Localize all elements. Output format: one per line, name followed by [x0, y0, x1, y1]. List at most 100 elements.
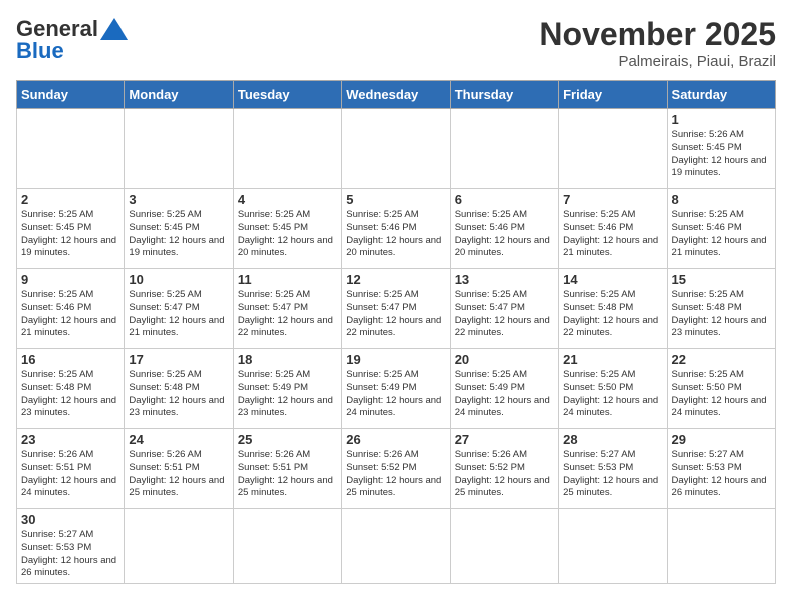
location: Palmeirais, Piaui, Brazil: [539, 53, 776, 70]
calendar-cell: 4Sunrise: 5:25 AM Sunset: 5:45 PM Daylig…: [233, 189, 341, 269]
day-info: Sunrise: 5:26 AM Sunset: 5:45 PM Dayligh…: [672, 129, 771, 180]
day-number: 23: [21, 432, 120, 447]
day-info: Sunrise: 5:25 AM Sunset: 5:50 PM Dayligh…: [672, 369, 771, 420]
day-number: 19: [346, 352, 445, 367]
day-number: 6: [455, 192, 554, 207]
day-info: Sunrise: 5:25 AM Sunset: 5:45 PM Dayligh…: [129, 209, 228, 260]
day-info: Sunrise: 5:25 AM Sunset: 5:47 PM Dayligh…: [346, 289, 445, 340]
calendar-cell: 25 Sunrise: 5:26 AM Sunset: 5:51 PM Dayli…: [233, 429, 341, 509]
calendar-cell: 8 Sunrise: 5:25 AM Sunset: 5:46 PM Daylig…: [667, 189, 775, 269]
day-info: Sunrise: 5:25 AM Sunset: 5:47 PM Dayligh…: [455, 289, 554, 340]
day-number: 2: [21, 192, 120, 207]
calendar-cell: 3 Sunrise: 5:25 AM Sunset: 5:45 PM Daylig…: [125, 189, 233, 269]
day-info: Sunrise: 5:25 AM Sunset: 5:46 PM Dayligh…: [346, 209, 445, 260]
day-header-saturday: Saturday: [667, 81, 775, 109]
calendar-cell: 29 Sunrise: 5:27 AM Sunset: 5:53 PM Dayli…: [667, 429, 775, 509]
day-header-tuesday: Tuesday: [233, 81, 341, 109]
calendar-cell: 17Sunrise: 5:25 AM Sunset: 5:48 PM Dayli…: [125, 349, 233, 429]
day-number: 24: [129, 432, 228, 447]
calendar-cell: 18 Sunrise: 5:25 AM Sunset: 5:49 PM Dayli…: [233, 349, 341, 429]
calendar-cell: 21 Sunrise: 5:25 AM Sunset: 5:50 PM Dayli…: [559, 349, 667, 429]
day-info: Sunrise: 5:26 AM Sunset: 5:51 PM Dayligh…: [238, 449, 337, 500]
calendar-cell: 26 Sunrise: 5:26 AM Sunset: 5:52 PM Dayli…: [342, 429, 450, 509]
day-number: 1: [672, 112, 771, 127]
day-info: Sunrise: 5:25 AM Sunset: 5:49 PM Dayligh…: [238, 369, 337, 420]
calendar-cell: [125, 509, 233, 584]
day-info: Sunrise: 5:25 AM Sunset: 5:46 PM Dayligh…: [455, 209, 554, 260]
calendar-cell: 5Sunrise: 5:25 AM Sunset: 5:46 PM Daylig…: [342, 189, 450, 269]
day-info: Sunrise: 5:25 AM Sunset: 5:49 PM Dayligh…: [346, 369, 445, 420]
calendar-cell: 24 Sunrise: 5:26 AM Sunset: 5:51 PM Dayli…: [125, 429, 233, 509]
day-number: 4: [238, 192, 337, 207]
day-header-thursday: Thursday: [450, 81, 558, 109]
day-number: 29: [672, 432, 771, 447]
day-number: 26: [346, 432, 445, 447]
day-number: 11: [238, 272, 337, 287]
day-info: Sunrise: 5:25 AM Sunset: 5:47 PM Dayligh…: [238, 289, 337, 340]
calendar-cell: 7Sunrise: 5:25 AM Sunset: 5:46 PM Daylig…: [559, 189, 667, 269]
calendar-cell: 9Sunrise: 5:25 AM Sunset: 5:46 PM Daylig…: [17, 269, 125, 349]
calendar-cell: [450, 509, 558, 584]
calendar-cell: [17, 109, 125, 189]
calendar-cell: 14 Sunrise: 5:25 AM Sunset: 5:48 PM Dayli…: [559, 269, 667, 349]
day-number: 3: [129, 192, 228, 207]
day-info: Sunrise: 5:27 AM Sunset: 5:53 PM Dayligh…: [672, 449, 771, 500]
day-number: 17: [129, 352, 228, 367]
calendar-cell: 12 Sunrise: 5:25 AM Sunset: 5:47 PM Dayli…: [342, 269, 450, 349]
day-number: 14: [563, 272, 662, 287]
day-number: 21: [563, 352, 662, 367]
logo-blue-text: Blue: [16, 38, 64, 64]
day-number: 25: [238, 432, 337, 447]
calendar-cell: [667, 509, 775, 584]
day-number: 12: [346, 272, 445, 287]
day-number: 16: [21, 352, 120, 367]
calendar: SundayMondayTuesdayWednesdayThursdayFrid…: [16, 80, 776, 584]
day-header-sunday: Sunday: [17, 81, 125, 109]
day-info: Sunrise: 5:26 AM Sunset: 5:51 PM Dayligh…: [129, 449, 228, 500]
day-info: Sunrise: 5:25 AM Sunset: 5:46 PM Dayligh…: [21, 289, 120, 340]
calendar-cell: 2 Sunrise: 5:25 AM Sunset: 5:45 PM Daylig…: [17, 189, 125, 269]
day-info: Sunrise: 5:25 AM Sunset: 5:47 PM Dayligh…: [129, 289, 228, 340]
month-title: November 2025: [539, 16, 776, 53]
calendar-cell: 11 Sunrise: 5:25 AM Sunset: 5:47 PM Dayli…: [233, 269, 341, 349]
day-number: 28: [563, 432, 662, 447]
day-header-wednesday: Wednesday: [342, 81, 450, 109]
logo-icon: [100, 18, 128, 40]
day-info: Sunrise: 5:26 AM Sunset: 5:52 PM Dayligh…: [455, 449, 554, 500]
calendar-cell: 6 Sunrise: 5:25 AM Sunset: 5:46 PM Daylig…: [450, 189, 558, 269]
day-number: 30: [21, 512, 120, 527]
day-number: 8: [672, 192, 771, 207]
calendar-cell: 27 Sunrise: 5:26 AM Sunset: 5:52 PM Dayli…: [450, 429, 558, 509]
page-header: General Blue November 2025 Palmeirais, P…: [16, 16, 776, 70]
calendar-cell: [342, 109, 450, 189]
day-info: Sunrise: 5:25 AM Sunset: 5:48 PM Dayligh…: [563, 289, 662, 340]
calendar-cell: 10Sunrise: 5:25 AM Sunset: 5:47 PM Dayli…: [125, 269, 233, 349]
day-header-friday: Friday: [559, 81, 667, 109]
calendar-cell: [559, 109, 667, 189]
day-number: 15: [672, 272, 771, 287]
day-number: 27: [455, 432, 554, 447]
calendar-cell: [125, 109, 233, 189]
calendar-cell: 13 Sunrise: 5:25 AM Sunset: 5:47 PM Dayli…: [450, 269, 558, 349]
calendar-cell: 19 Sunrise: 5:25 AM Sunset: 5:49 PM Dayli…: [342, 349, 450, 429]
day-info: Sunrise: 5:25 AM Sunset: 5:46 PM Dayligh…: [672, 209, 771, 260]
calendar-cell: 30Sunrise: 5:27 AM Sunset: 5:53 PM Dayli…: [17, 509, 125, 584]
day-number: 7: [563, 192, 662, 207]
day-info: Sunrise: 5:25 AM Sunset: 5:50 PM Dayligh…: [563, 369, 662, 420]
day-number: 13: [455, 272, 554, 287]
calendar-cell: 22Sunrise: 5:25 AM Sunset: 5:50 PM Dayli…: [667, 349, 775, 429]
title-block: November 2025 Palmeirais, Piaui, Brazil: [539, 16, 776, 70]
calendar-cell: [450, 109, 558, 189]
day-header-monday: Monday: [125, 81, 233, 109]
day-info: Sunrise: 5:26 AM Sunset: 5:52 PM Dayligh…: [346, 449, 445, 500]
day-info: Sunrise: 5:26 AM Sunset: 5:51 PM Dayligh…: [21, 449, 120, 500]
day-info: Sunrise: 5:25 AM Sunset: 5:45 PM Dayligh…: [21, 209, 120, 260]
calendar-cell: 1 Sunrise: 5:26 AM Sunset: 5:45 PM Daylig…: [667, 109, 775, 189]
day-number: 20: [455, 352, 554, 367]
calendar-cell: 15 Sunrise: 5:25 AM Sunset: 5:48 PM Dayli…: [667, 269, 775, 349]
calendar-cell: 20Sunrise: 5:25 AM Sunset: 5:49 PM Dayli…: [450, 349, 558, 429]
day-number: 18: [238, 352, 337, 367]
calendar-cell: 16Sunrise: 5:25 AM Sunset: 5:48 PM Dayli…: [17, 349, 125, 429]
calendar-cell: [342, 509, 450, 584]
day-info: Sunrise: 5:25 AM Sunset: 5:48 PM Dayligh…: [672, 289, 771, 340]
